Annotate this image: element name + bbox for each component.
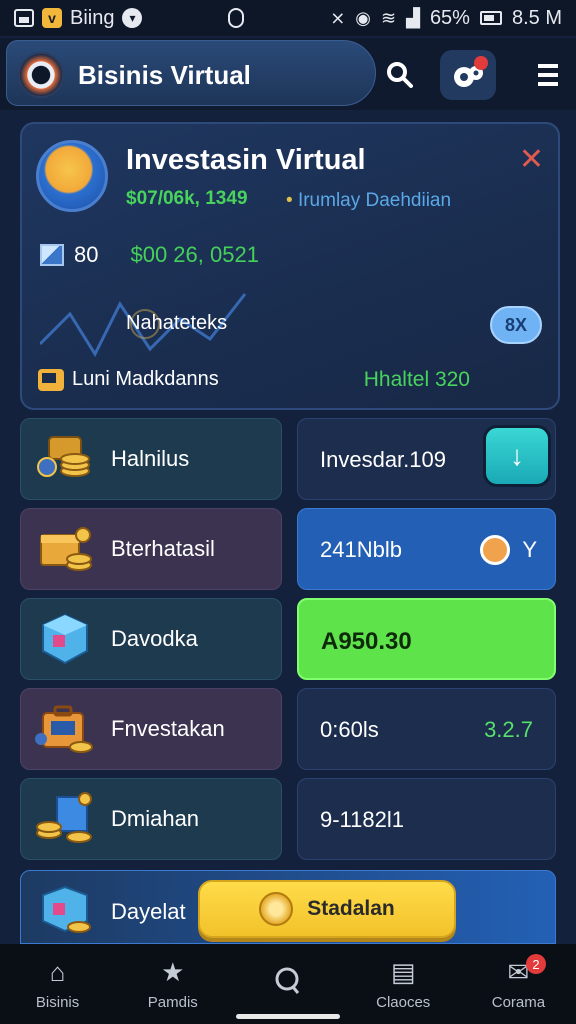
flag-icon	[40, 244, 64, 266]
list-item: Fnvestakan 0:60ls 3.2.7	[20, 688, 556, 770]
status-battery-percent: 65%	[429, 6, 470, 29]
card-extra-text: Y	[522, 537, 537, 562]
coin-icon	[259, 892, 294, 926]
business-label: Dmiahan	[111, 806, 200, 831]
nav-label: Pamdis	[147, 993, 198, 1011]
status-bar: v Biing ▾ ⨯ ◉ ≋ ▟ 65% 8.5 M	[0, 0, 576, 36]
timer-extra: 3.2.7	[484, 717, 533, 742]
battery-icon	[479, 11, 502, 25]
card-extra: Y	[480, 535, 537, 565]
nav-item-corama[interactable]: ✉ 2 Corama	[461, 944, 576, 1024]
card-label: Nahateteks	[126, 312, 228, 334]
menu-button[interactable]	[520, 50, 576, 100]
business-card-4[interactable]: Fnvestakan	[20, 688, 282, 770]
business-label: Davodka	[111, 626, 198, 651]
nav-badge: 2	[526, 954, 547, 974]
app-notification-icon: v	[42, 8, 62, 28]
business-card-1[interactable]: Halnilus	[20, 418, 282, 500]
card-balance-row: 80 $00 26, 0521	[40, 242, 259, 268]
coin-stack-icon	[37, 436, 90, 477]
card-title: Investasin Virtual	[126, 144, 366, 176]
list-item: Bterhatasil 241Nblb Y	[20, 508, 556, 590]
invest-value: Invesdar.109	[320, 447, 446, 472]
business-card-3[interactable]: Davodka	[20, 598, 282, 680]
search-button[interactable]	[372, 50, 428, 100]
nav-item-bisinis[interactable]: ⌂ Bisinis	[0, 944, 115, 1024]
nav-item-pamdis[interactable]: ★ Pamdis	[115, 944, 230, 1024]
card-count: 80	[74, 242, 99, 267]
search-icon	[387, 62, 413, 88]
multiplier-button[interactable]: 8X	[490, 306, 542, 344]
wifi-icon: ≋	[381, 7, 397, 28]
code-value: 9-1182l1	[320, 807, 404, 832]
nav-item-search[interactable]	[230, 944, 345, 1024]
app-header: Bisinis Virtual	[0, 38, 576, 110]
close-icon[interactable]: ✕	[519, 142, 544, 177]
business-card-2[interactable]: Bterhatasil	[20, 508, 282, 590]
value-card-blue[interactable]: 241Nblb Y	[297, 508, 556, 590]
start-button-label: Stadalan	[307, 897, 395, 920]
app-logo-icon[interactable]	[18, 52, 64, 98]
arrow-down-icon: ↓	[510, 440, 524, 471]
home-indicator[interactable]	[236, 1014, 340, 1019]
gift-box-icon	[42, 885, 91, 933]
crate-coins-icon	[36, 792, 92, 843]
search-icon	[275, 967, 300, 994]
business-label: Halnilus	[111, 446, 190, 471]
signal-icon: ▟	[406, 7, 420, 28]
timer-value: 0:60ls	[320, 717, 379, 742]
card-amount: $00 26, 0521	[130, 242, 259, 267]
list-item: Halnilus Invesdar.109 ↓	[20, 418, 556, 500]
business-label: Bterhatasil	[111, 536, 215, 561]
nfc-icon: ◉	[355, 7, 371, 28]
bottom-navigation: ⌂ Bisinis ★ Pamdis ▤ Claoces ✉ 2 Corama	[0, 944, 576, 1024]
invest-value-card[interactable]: Invesdar.109 ↓	[297, 418, 556, 500]
card-value: 241Nblb	[320, 537, 402, 562]
chat-bubble-icon[interactable]	[480, 535, 511, 565]
list-item: Dmiahan 9-1182l1	[20, 778, 556, 860]
card-subtitle-value: $07/06k, 1349	[126, 188, 248, 209]
star-icon: ★	[161, 957, 185, 987]
card-footer-right: Hhaltel 320	[363, 368, 470, 391]
settings-notification-button[interactable]	[440, 50, 496, 100]
nav-label: Bisinis	[35, 993, 80, 1011]
hamburger-menu-icon	[538, 64, 558, 86]
nav-label: Claoces	[376, 993, 431, 1011]
shield-icon: ▾	[122, 8, 143, 28]
gallery-icon	[14, 9, 34, 27]
business-card-5[interactable]: Dmiahan	[20, 778, 282, 860]
card-subtitle-link[interactable]: Irumlay Daehdiian	[286, 190, 451, 212]
nav-label: Corama	[491, 993, 546, 1011]
monitor-icon	[38, 368, 64, 391]
card-footer-left-text: Luni Madkdanns	[72, 368, 219, 390]
cube-icon	[42, 613, 88, 665]
timer-value-card[interactable]: 0:60ls 3.2.7	[297, 688, 556, 770]
briefcase-icon	[35, 705, 93, 753]
business-label: Dayelat	[111, 899, 186, 924]
nav-item-claoces[interactable]: ▤ Claoces	[346, 944, 461, 1024]
download-button[interactable]: ↓	[483, 425, 551, 487]
notification-dot	[474, 56, 488, 70]
list-item: Davodka A950.30	[20, 598, 556, 680]
avatar[interactable]	[36, 140, 108, 212]
page-title: Bisinis Virtual	[78, 60, 251, 90]
start-button[interactable]: Stadalan	[198, 880, 456, 938]
code-value-card[interactable]: 9-1182l1	[297, 778, 556, 860]
status-dot-icon	[228, 8, 244, 28]
document-icon: ▤	[390, 957, 416, 987]
highlight-value-card[interactable]: A950.30	[297, 598, 556, 680]
mute-icon: ⨯	[330, 7, 346, 28]
status-carrier: Biing	[70, 6, 115, 29]
status-time: 8.5 M	[511, 6, 562, 29]
card-footer-left: Luni Madkdanns	[38, 368, 219, 391]
home-icon: ⌂	[49, 957, 66, 987]
highlight-value: A950.30	[321, 628, 412, 655]
business-label: Fnvestakan	[111, 716, 225, 741]
investment-summary-card: Investasin Virtual ✕ $07/06k, 1349 Iruml…	[20, 122, 560, 410]
treasure-box-icon	[40, 527, 92, 571]
